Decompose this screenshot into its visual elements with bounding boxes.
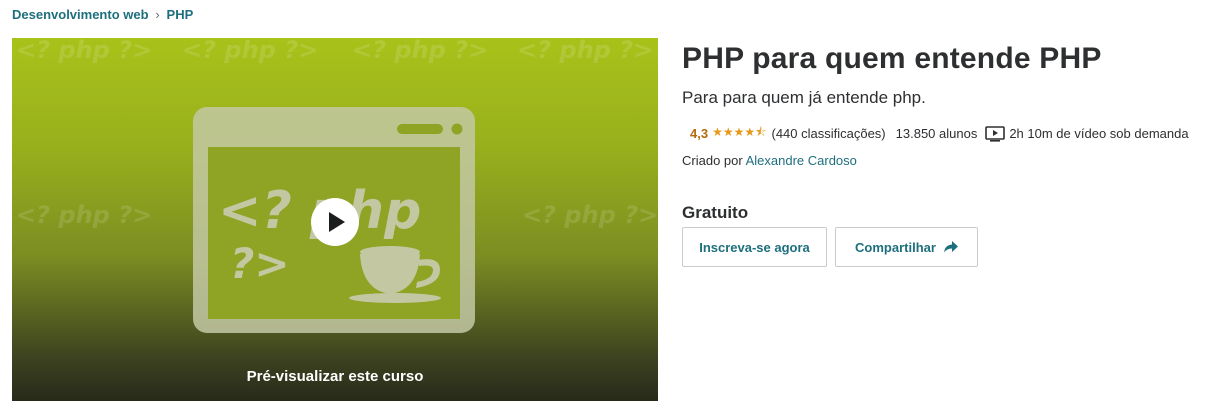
enroll-button[interactable]: Inscreva-se agora xyxy=(682,227,827,267)
course-info: PHP para quem entende PHP Para para quem… xyxy=(682,40,1222,267)
chevron-right-icon: › xyxy=(155,7,160,22)
bg-pattern-text: <? php ?> xyxy=(16,38,152,64)
play-button[interactable] xyxy=(311,198,359,246)
reviews-count-link[interactable]: (440 classificações) xyxy=(771,126,885,141)
rating-number: 4,3 xyxy=(690,126,709,141)
play-icon xyxy=(329,212,345,232)
bg-pattern-text: <? php ?> xyxy=(352,38,488,64)
course-title: PHP para quem entende PHP xyxy=(682,42,1102,75)
bg-pattern-text: <? php ?> xyxy=(517,38,653,64)
bg-pattern-text: <? php ?> xyxy=(182,38,318,64)
breadcrumb: Desenvolvimento web › PHP xyxy=(12,7,193,22)
course-price: Gratuito xyxy=(682,203,749,222)
share-button-label: Compartilhar xyxy=(855,239,936,255)
php-close-tag: ?> xyxy=(230,239,290,288)
course-subtitle: Para para quem já entende php. xyxy=(682,88,926,107)
breadcrumb-category-link[interactable]: Desenvolvimento web xyxy=(12,7,149,22)
star-rating-icon: ★★★★⯪ xyxy=(712,125,767,139)
created-by-label: Criado por xyxy=(682,153,743,168)
enroll-button-label: Inscreva-se agora xyxy=(699,239,810,255)
course-stats: 4,3 ★★★★⯪ (440 classificações) 13.850 al… xyxy=(690,123,1222,144)
video-length: 2h 10m de vídeo sob demanda xyxy=(1009,126,1189,141)
author-line: Criado por Alexandre Cardoso xyxy=(682,153,1222,168)
share-button[interactable]: Compartilhar xyxy=(835,227,978,267)
video-icon xyxy=(985,125,1006,142)
bg-pattern-text: <? php ?> xyxy=(16,201,152,229)
action-buttons: Inscreva-se agora Compartilhar xyxy=(682,227,1222,267)
bg-pattern-text: <? php ?> xyxy=(522,201,658,229)
author-link[interactable]: Alexandre Cardoso xyxy=(746,153,857,168)
breadcrumb-subcategory-link[interactable]: PHP xyxy=(167,7,194,22)
share-arrow-icon xyxy=(943,241,958,253)
preview-label: Pré-visualizar este curso xyxy=(246,368,424,385)
students-count: 13.850 alunos xyxy=(895,126,978,141)
course-preview-video[interactable]: <? php ?> <? php ?> <? php ?> <? php ?> … xyxy=(12,38,658,401)
